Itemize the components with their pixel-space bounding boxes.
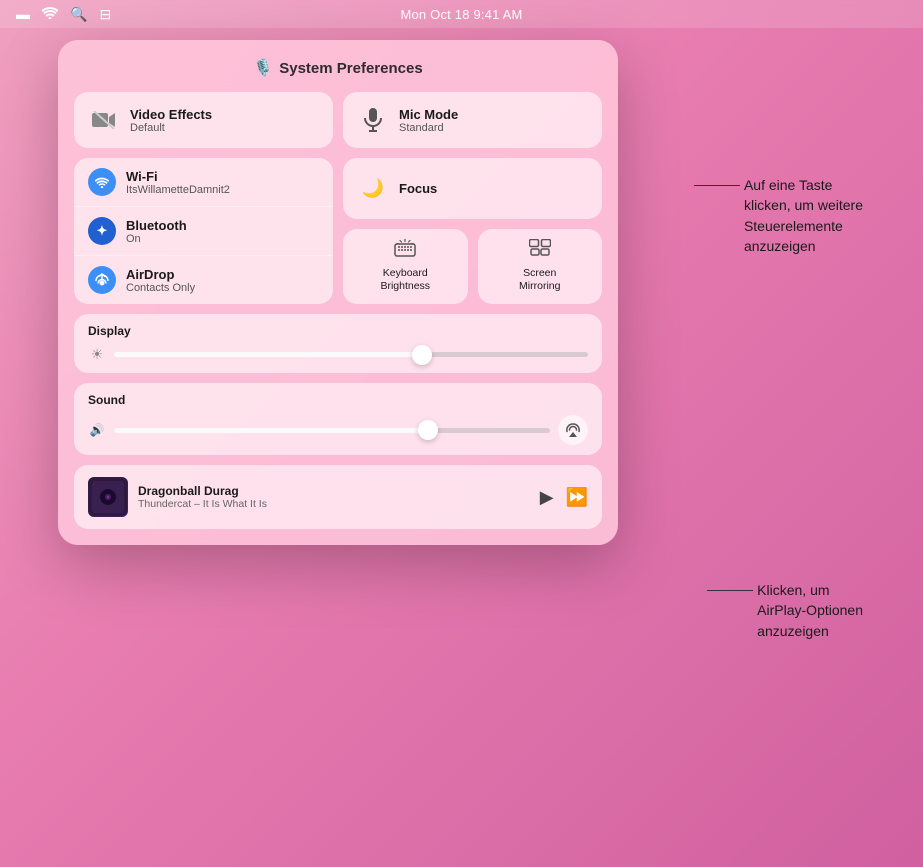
- keyboard-brightness-icon: [394, 239, 416, 263]
- skip-button[interactable]: ⏩: [566, 487, 588, 508]
- top-row: Video Effects Default Mic Mode Standard: [74, 92, 602, 148]
- search-icon[interactable]: 🔍: [70, 6, 87, 23]
- wifi-icon: [42, 6, 58, 22]
- now-playing-info: Dragonball Durag Thundercat – It Is What…: [138, 484, 530, 510]
- display-slider-fill: [114, 352, 422, 357]
- bluetooth-title: Bluetooth: [126, 218, 187, 233]
- airdrop-item[interactable]: AirDrop Contacts Only: [74, 256, 333, 304]
- mic-mode-text: Mic Mode Standard: [399, 107, 458, 134]
- video-effects-tile[interactable]: Video Effects Default: [74, 92, 333, 148]
- right-cluster: 🌙 Focus: [343, 158, 602, 304]
- keyboard-brightness-label: KeyboardBrightness: [380, 267, 430, 294]
- airdrop-icon: [88, 266, 116, 294]
- mic-mode-icon: [357, 104, 389, 136]
- display-slider-row: ☀: [88, 346, 588, 363]
- sound-slider-thumb[interactable]: [418, 420, 438, 440]
- album-art: [88, 477, 128, 517]
- screen-mirroring-tile[interactable]: ScreenMirroring: [478, 229, 603, 304]
- sound-label: Sound: [88, 393, 588, 407]
- focus-title: Focus: [399, 181, 437, 196]
- wifi-subtitle: ItsWillametteDamnit2: [126, 184, 230, 196]
- menubar-left-icons: ▬ 🔍 ⊟: [16, 6, 111, 23]
- airdrop-subtitle: Contacts Only: [126, 282, 195, 294]
- sound-slider-track[interactable]: [114, 428, 550, 433]
- focus-text: Focus: [399, 181, 437, 196]
- video-effects-icon: [88, 104, 120, 136]
- sound-section: Sound 🔊: [74, 383, 602, 455]
- airdrop-title: AirDrop: [126, 267, 195, 282]
- display-label: Display: [88, 324, 588, 338]
- callout-2: Klicken, umAirPlay-Optionenanzuzeigen: [757, 580, 863, 641]
- bluetooth-icon: ✦: [88, 217, 116, 245]
- network-cluster: Wi-Fi ItsWillametteDamnit2 ✦ Bluetooth O…: [74, 158, 333, 304]
- wifi-item-text: Wi-Fi ItsWillametteDamnit2: [126, 169, 230, 196]
- menubar: ▬ 🔍 ⊟ Mon Oct 18 9:41 AM: [0, 0, 923, 28]
- mic-mode-subtitle: Standard: [399, 122, 458, 134]
- middle-row: Wi-Fi ItsWillametteDamnit2 ✦ Bluetooth O…: [74, 158, 602, 304]
- display-sun-icon: ☀: [88, 346, 106, 363]
- play-button[interactable]: ▶: [540, 487, 554, 508]
- panel-title: 🎙️ System Preferences: [74, 58, 602, 78]
- small-tiles-row: KeyboardBrightness ScreenMirroring: [343, 229, 602, 304]
- bluetooth-item-text: Bluetooth On: [126, 218, 187, 245]
- now-playing-section: Dragonball Durag Thundercat – It Is What…: [74, 465, 602, 529]
- sound-icon: 🔊: [88, 423, 106, 437]
- mic-mode-title: Mic Mode: [399, 107, 458, 122]
- panel-title-text: System Preferences: [279, 60, 422, 77]
- now-playing-title: Dragonball Durag: [138, 484, 530, 498]
- video-effects-title: Video Effects: [130, 107, 212, 122]
- airdrop-item-text: AirDrop Contacts Only: [126, 267, 195, 294]
- bluetooth-item[interactable]: ✦ Bluetooth On: [74, 207, 333, 256]
- now-playing-controls: ▶ ⏩: [540, 487, 588, 508]
- focus-icon: 🌙: [357, 172, 389, 204]
- display-slider-track[interactable]: [114, 352, 588, 357]
- keyboard-brightness-tile[interactable]: KeyboardBrightness: [343, 229, 468, 304]
- screen-mirroring-label: ScreenMirroring: [519, 267, 560, 294]
- now-playing-artist: Thundercat – It Is What It Is: [138, 498, 530, 510]
- callout-1: Auf eine Tasteklicken, um weitereSteuere…: [744, 175, 863, 256]
- display-section: Display ☀: [74, 314, 602, 373]
- control-icon[interactable]: ⊟: [99, 6, 111, 23]
- wifi-item[interactable]: Wi-Fi ItsWillametteDamnit2: [74, 158, 333, 207]
- screen-mirroring-icon: [529, 239, 551, 263]
- airplay-button[interactable]: [558, 415, 588, 445]
- menubar-time: Mon Oct 18 9:41 AM: [400, 7, 522, 22]
- bluetooth-subtitle: On: [126, 233, 187, 245]
- battery-icon: ▬: [16, 6, 30, 22]
- mic-mode-tile[interactable]: Mic Mode Standard: [343, 92, 602, 148]
- focus-tile[interactable]: 🌙 Focus: [343, 158, 602, 219]
- video-effects-text: Video Effects Default: [130, 107, 212, 134]
- display-slider-thumb[interactable]: [412, 345, 432, 365]
- panel-title-icon: 🎙️: [253, 58, 273, 78]
- wifi-cluster-icon: [88, 168, 116, 196]
- sound-slider-fill: [114, 428, 428, 433]
- video-effects-subtitle: Default: [130, 122, 212, 134]
- control-center-panel: 🎙️ System Preferences Video Effects Defa…: [58, 40, 618, 545]
- wifi-title: Wi-Fi: [126, 169, 230, 184]
- sound-slider-row: 🔊: [88, 415, 588, 445]
